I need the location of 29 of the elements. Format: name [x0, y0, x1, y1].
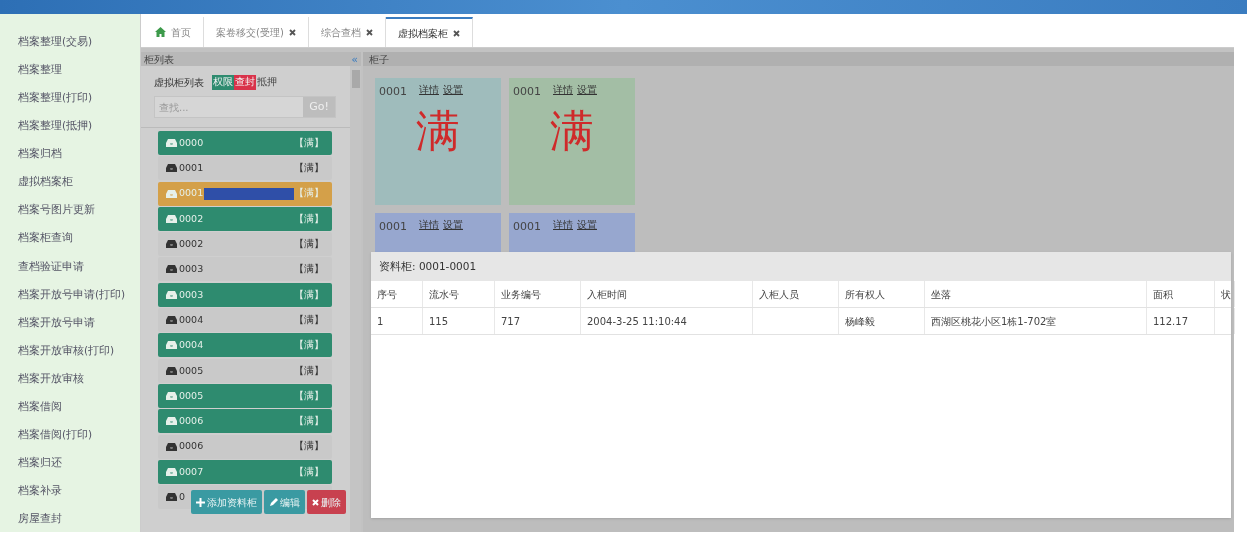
table-cell-text: 112.17	[1153, 314, 1188, 329]
table-cell-text: 717	[501, 314, 521, 329]
legend-tag: 抵押	[256, 75, 278, 90]
box-number: 0001	[379, 84, 407, 100]
panel-title: 柜列表	[144, 52, 174, 67]
box-number: 0001	[513, 219, 541, 235]
full-mark: 满	[550, 108, 594, 153]
column-header: 状	[1215, 281, 1235, 307]
panel-title: 柜子	[369, 52, 389, 67]
legend-tag: 查封	[234, 75, 256, 90]
full-mark: 满	[416, 108, 460, 153]
column-header: 流水号	[423, 281, 495, 307]
table-cell-text: 西湖区桃花小区1栋1-702室	[931, 314, 1057, 329]
box-number: 0001	[513, 84, 541, 100]
box-number: 0001	[379, 219, 407, 235]
column-header: 序号	[371, 281, 423, 307]
table-cell-text: 杨峰毅	[845, 314, 875, 329]
column-header: 业务编号	[495, 281, 581, 307]
column-header: 所有权人	[839, 281, 925, 307]
column-header: 面积	[1147, 281, 1215, 307]
table-cell-text: 115	[429, 314, 449, 329]
dialog-title: 资料柜: 0001-0001	[379, 258, 477, 274]
list-title: 虚拟柜列表	[154, 76, 204, 90]
column-header: 坐落	[925, 281, 1147, 307]
table-cell-text: 2004-3-25 11:10:44	[587, 314, 687, 329]
column-header: 入柜人员	[753, 281, 839, 307]
legend-tag: 权限	[212, 75, 234, 90]
column-header: 入柜时间	[581, 281, 753, 307]
table-cell-text: 1	[377, 314, 384, 329]
